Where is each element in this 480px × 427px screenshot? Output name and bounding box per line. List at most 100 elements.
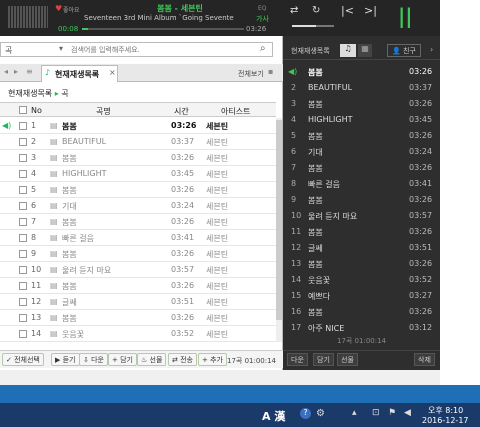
network-icon[interactable]: ⊡ [372, 408, 380, 418]
row-checkbox[interactable] [19, 154, 27, 162]
row-artist[interactable]: 세븐틴 [206, 169, 228, 180]
row-artist[interactable]: 세븐틴 [206, 233, 228, 244]
select-all-button[interactable]: ✓ 전체선택 [2, 353, 44, 366]
right-list-item[interactable]: 13 봄봄 03:26 [283, 256, 440, 272]
table-row[interactable]: 14 ▤ 웃음꽃 03:52 세븐틴 [0, 326, 276, 342]
scrollbar[interactable] [276, 118, 282, 342]
more-button[interactable]: + 추가 [198, 353, 227, 366]
right-list-item[interactable]: 7 봄봄 03:26 [283, 160, 440, 176]
tab-now-playing[interactable]: ♪ 현재재생목록 × [41, 65, 118, 82]
close-icon[interactable]: × [109, 68, 116, 77]
nav-right-icon[interactable]: ▸ [14, 67, 18, 76]
progress-track[interactable] [82, 28, 244, 30]
friend-button[interactable]: 👤 친구 [387, 44, 421, 57]
row-artist[interactable]: 세븐틴 [206, 313, 228, 324]
right-list-item[interactable]: 6 기대 03:24 [283, 144, 440, 160]
repeat-icon[interactable]: ⇄ [290, 5, 298, 16]
right-list-item[interactable]: 17 아주 NICE 03:12 [283, 320, 440, 336]
right-list-item[interactable]: 2 BEAUTIFUL 03:37 [283, 80, 440, 96]
row-artist[interactable]: 세븐틴 [206, 121, 228, 132]
listen-button[interactable]: ▶ 듣기 [51, 353, 80, 366]
list-icon[interactable]: ≡ [26, 67, 33, 76]
right-list-item[interactable]: 15 예쁘다 03:27 [283, 288, 440, 304]
heart-icon[interactable]: ♥ [55, 4, 62, 13]
chevron-down-icon[interactable]: ▾ [59, 44, 63, 53]
pause-icon[interactable]: || [398, 5, 413, 27]
flag-icon[interactable]: ⚑ [388, 408, 396, 418]
share-button[interactable]: ⇄ 전송 [168, 353, 197, 366]
table-row[interactable]: 9 ▤ 봄봄 03:26 세븐틴 [0, 246, 276, 262]
right-list-item[interactable]: 8 빠른 걸음 03:41 [283, 176, 440, 192]
row-artist[interactable]: 세븐틴 [206, 217, 228, 228]
row-title[interactable]: 봄봄 [62, 153, 77, 164]
row-title[interactable]: 봄봄 [62, 249, 77, 260]
table-row[interactable]: 4 ▤ HIGHLIGHT 03:45 세븐틴 [0, 166, 276, 182]
volume-slider[interactable] [292, 25, 334, 27]
settings-icon[interactable]: ⚙ [316, 408, 325, 419]
table-row[interactable]: 5 ▤ 봄봄 03:26 세븐틴 [0, 182, 276, 198]
full-view-button[interactable]: 전체보기 [238, 69, 264, 79]
table-row[interactable]: 7 ▤ 봄봄 03:26 세븐틴 [0, 214, 276, 230]
table-row[interactable]: 3 ▤ 봄봄 03:26 세븐틴 [0, 150, 276, 166]
table-row[interactable]: 11 ▤ 봄봄 03:26 세븐틴 [0, 278, 276, 294]
search-category[interactable]: 곡 [5, 45, 12, 56]
search-box[interactable]: 곡 ▾ ⌕ [0, 42, 273, 57]
tray-arrow-icon[interactable]: ▴ [352, 408, 357, 418]
row-checkbox[interactable] [19, 138, 27, 146]
right-list-item[interactable]: 3 봄봄 03:26 [283, 96, 440, 112]
right-list-item[interactable]: 14 웃음꽃 03:52 [283, 272, 440, 288]
col-artist[interactable]: 아티스트 [221, 106, 250, 117]
shuffle-icon[interactable]: ↻ [312, 5, 320, 16]
table-row[interactable]: ◀) 1 ▤ 봄봄 03:26 세븐틴 [0, 118, 276, 134]
col-no[interactable]: No [31, 106, 42, 115]
row-title[interactable]: 울려 듣지 마요 [62, 265, 111, 276]
row-artist[interactable]: 세븐틴 [206, 265, 228, 276]
clock-date[interactable]: 2016-12-17 [422, 416, 469, 425]
right-delete-button[interactable]: 삭제 [414, 353, 435, 366]
table-row[interactable]: 6 ▤ 기대 03:24 세븐틴 [0, 198, 276, 214]
row-artist[interactable]: 세븐틴 [206, 201, 228, 212]
row-title[interactable]: HIGHLIGHT [62, 169, 107, 178]
add-button[interactable]: + 담기 [108, 353, 137, 366]
row-title[interactable]: 봄봄 [62, 217, 77, 228]
row-checkbox[interactable] [19, 122, 27, 130]
prev-icon[interactable]: |< [341, 4, 354, 17]
right-list-item[interactable]: ◀) 봄봄 03:26 [283, 64, 440, 80]
help-icon[interactable]: ? [300, 408, 311, 419]
row-artist[interactable]: 세븐틴 [206, 329, 228, 340]
right-list-item[interactable]: 4 HIGHLIGHT 03:45 [283, 112, 440, 128]
row-artist[interactable]: 세븐틴 [206, 297, 228, 308]
row-checkbox[interactable] [19, 170, 27, 178]
select-all-checkbox[interactable] [19, 106, 27, 114]
row-checkbox[interactable] [19, 330, 27, 338]
like-label[interactable]: 좋아요 [63, 5, 80, 14]
table-row[interactable]: 10 ▤ 울려 듣지 마요 03:57 세븐틴 [0, 262, 276, 278]
playlist-icon[interactable]: ♫ [340, 44, 356, 57]
right-add-button[interactable]: 담기 [313, 353, 334, 366]
row-title[interactable]: 글쎄 [62, 297, 77, 308]
table-row[interactable]: 12 ▤ 글쎄 03:51 세븐틴 [0, 294, 276, 310]
next-icon[interactable]: >| [364, 4, 377, 17]
grid-icon[interactable]: ▦ [358, 44, 372, 57]
row-checkbox[interactable] [19, 266, 27, 274]
row-artist[interactable]: 세븐틴 [206, 281, 228, 292]
row-checkbox[interactable] [19, 234, 27, 242]
search-input[interactable] [71, 44, 251, 55]
row-artist[interactable]: 세븐틴 [206, 249, 228, 260]
row-checkbox[interactable] [19, 218, 27, 226]
right-header-title[interactable]: 현재재생목록 [291, 46, 330, 56]
row-artist[interactable]: 세븐틴 [206, 153, 228, 164]
volume-icon[interactable]: ◀ [404, 408, 411, 418]
right-list-item[interactable]: 12 글쎄 03:51 [283, 240, 440, 256]
table-row[interactable]: 2 ▤ BEAUTIFUL 03:37 세븐틴 [0, 134, 276, 150]
right-list-item[interactable]: 9 봄봄 03:26 [283, 192, 440, 208]
row-artist[interactable]: 세븐틴 [206, 185, 228, 196]
table-row[interactable]: 8 ▤ 빠른 걸음 03:41 세븐틴 [0, 230, 276, 246]
col-time[interactable]: 시간 [174, 106, 189, 117]
right-list-item[interactable]: 16 봄봄 03:26 [283, 304, 440, 320]
row-title[interactable]: 봄봄 [62, 185, 77, 196]
table-row[interactable]: 13 ▤ 봄봄 03:26 세븐틴 [0, 310, 276, 326]
ime-indicator[interactable]: A 漢 [262, 408, 285, 424]
row-checkbox[interactable] [19, 186, 27, 194]
right-download-button[interactable]: 다운 [287, 353, 308, 366]
